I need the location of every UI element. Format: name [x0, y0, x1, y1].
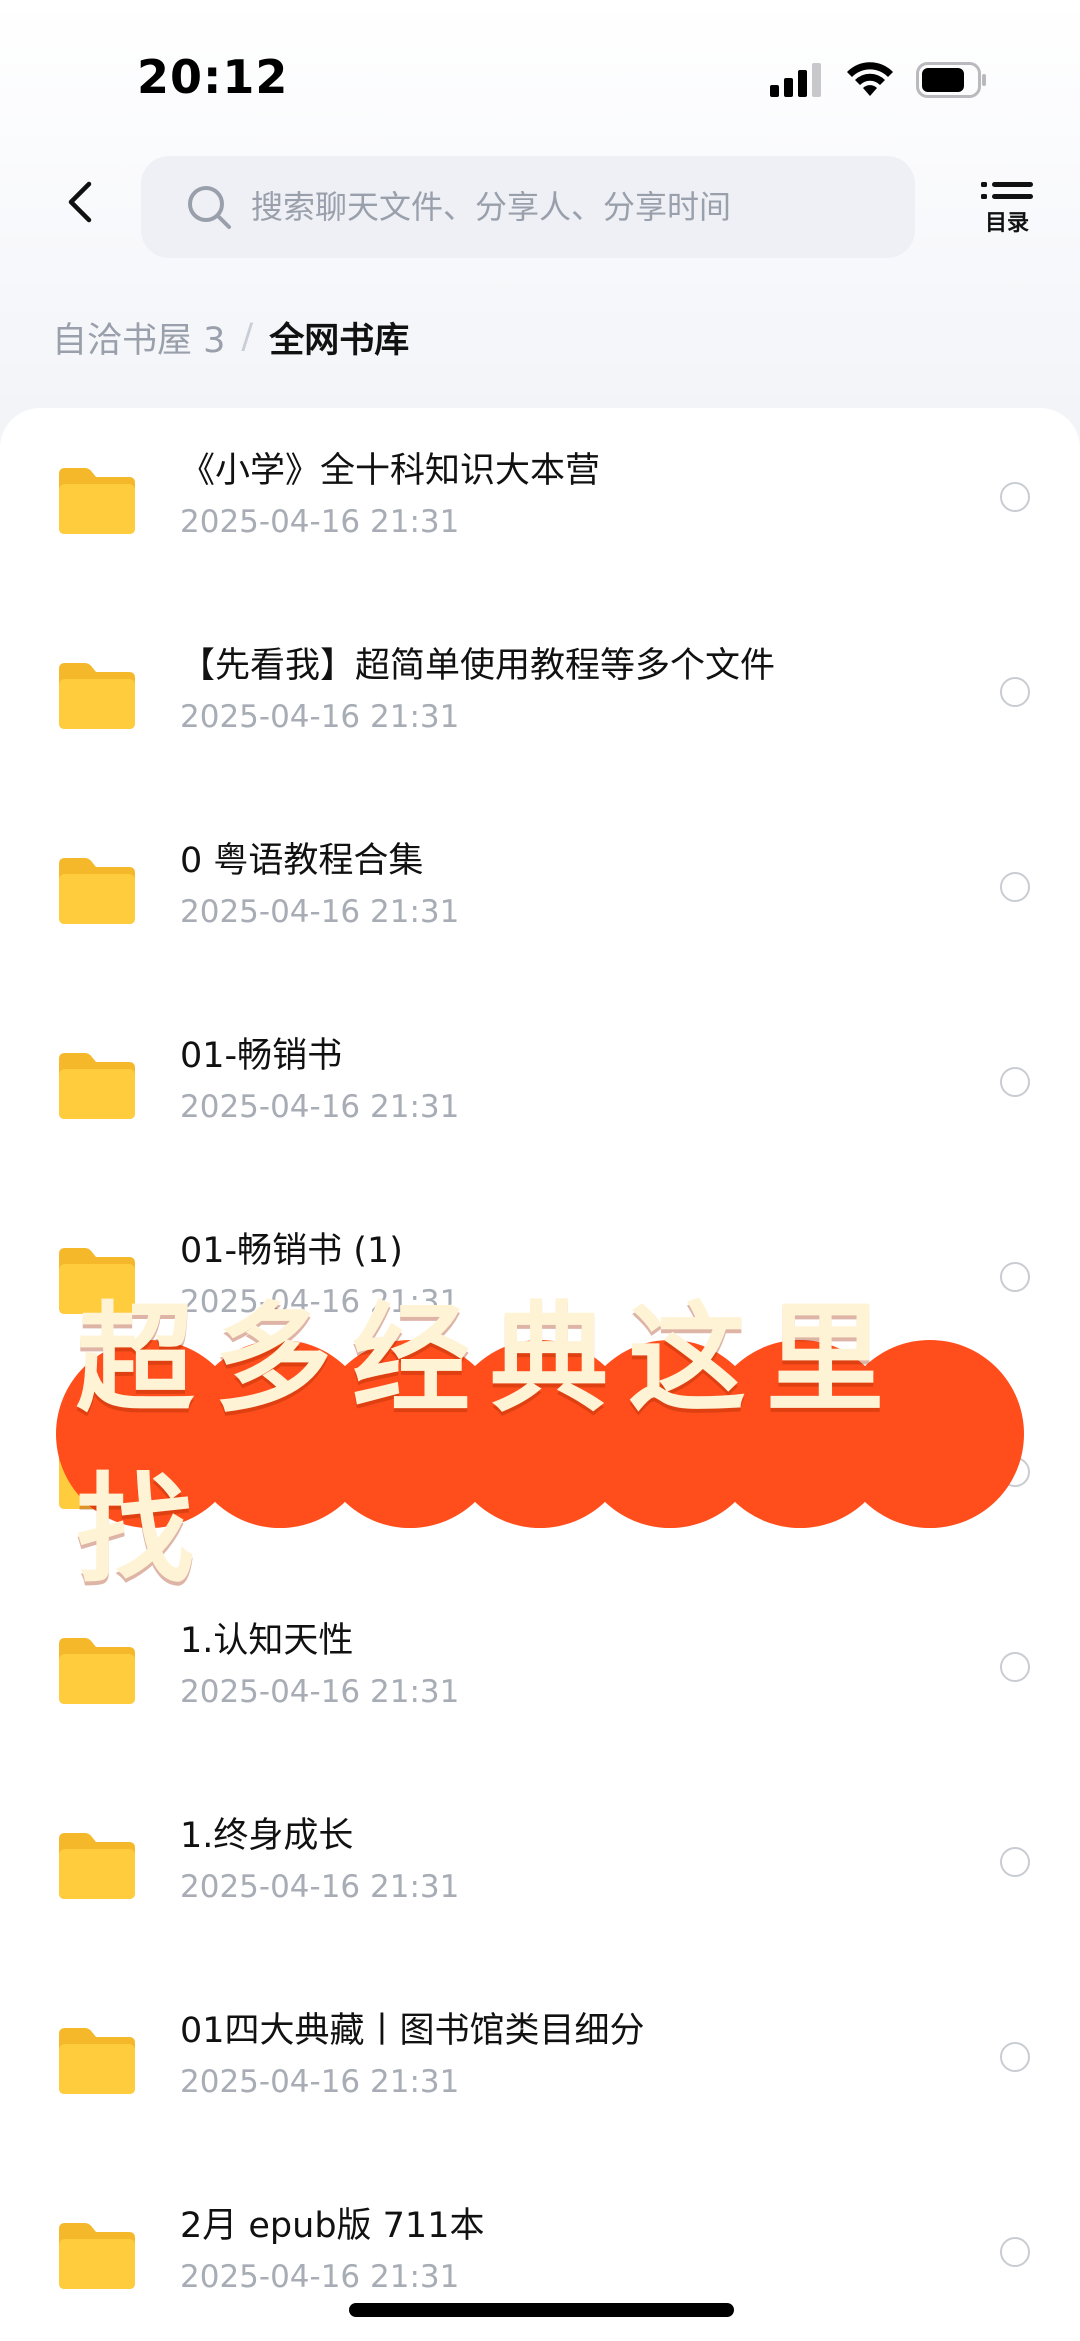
- folder-icon: [59, 1053, 135, 1119]
- file-name: 【先看我】超简单使用教程等多个文件: [180, 646, 776, 686]
- file-date: 2025-04-16 21:31: [180, 894, 460, 930]
- select-radio[interactable]: [1000, 1067, 1030, 1097]
- wifi-icon: [847, 62, 893, 96]
- status-bar: 20:12: [0, 0, 1080, 150]
- file-name: 1.认知天性: [180, 1621, 354, 1661]
- file-name: 1.终身成长: [180, 1816, 354, 1856]
- select-radio[interactable]: [1000, 677, 1030, 707]
- file-name: 01四大典藏丨图书馆类目细分: [180, 2011, 645, 2051]
- status-time: 20:12: [137, 50, 289, 104]
- search-icon: [188, 186, 231, 229]
- select-radio[interactable]: [1000, 1652, 1030, 1682]
- file-date: 2025-04-16 21:31: [180, 1869, 460, 1905]
- select-radio[interactable]: [1000, 482, 1030, 512]
- back-button[interactable]: [50, 172, 110, 232]
- list-icon: [981, 182, 1033, 199]
- folder-icon: [59, 468, 135, 534]
- list-item[interactable]: 【先看我】超简单使用教程等多个文件 2025-04-16 21:31: [0, 617, 1080, 812]
- status-icons: [770, 60, 988, 100]
- chevron-left-icon: [68, 181, 92, 223]
- file-date: 2025-04-16 21:31: [180, 1089, 460, 1125]
- file-date: 2025-04-16 21:31: [180, 2259, 460, 2295]
- file-date: 2025-04-16 21:31: [180, 504, 460, 540]
- breadcrumb-separator: /: [241, 317, 254, 357]
- screen: 20:12 搜索聊天文件、分享人、分享时间 目录 自洽书屋 3 / 全网书库 《…: [0, 0, 1080, 2341]
- select-radio[interactable]: [1000, 2042, 1030, 2072]
- battery-icon: [916, 62, 986, 98]
- promo-banner: 超多经典这里找: [56, 1289, 1024, 1599]
- file-date: 2025-04-16 21:31: [180, 2064, 460, 2100]
- catalog-button[interactable]: 目录: [978, 180, 1036, 250]
- list-item[interactable]: 01-畅销书 2025-04-16 21:31: [0, 1007, 1080, 1202]
- breadcrumb-current: 全网书库: [269, 320, 410, 361]
- breadcrumb: 自洽书屋 3 / 全网书库: [52, 312, 409, 362]
- promo-text: 超多经典这里找: [76, 1289, 905, 1599]
- file-name: 0 粤语教程合集: [180, 841, 424, 881]
- file-name: 《小学》全十科知识大本营: [180, 451, 601, 491]
- search-box[interactable]: [141, 156, 915, 258]
- catalog-label: 目录: [984, 211, 1029, 236]
- folder-icon: [59, 1833, 135, 1899]
- list-item[interactable]: 01四大典藏丨图书馆类目细分 2025-04-16 21:31: [0, 1982, 1080, 2177]
- file-date: 2025-04-16 21:31: [180, 699, 460, 735]
- folder-icon: [59, 858, 135, 924]
- select-radio[interactable]: [1000, 1847, 1030, 1877]
- list-item[interactable]: 0 粤语教程合集 2025-04-16 21:31: [0, 812, 1080, 1007]
- select-radio[interactable]: [1000, 872, 1030, 902]
- list-item[interactable]: 《小学》全十科知识大本营 2025-04-16 21:31: [0, 422, 1080, 617]
- folder-icon: [59, 2028, 135, 2094]
- select-radio[interactable]: [1000, 2237, 1030, 2267]
- file-date: 2025-04-16 21:31: [180, 1674, 460, 1710]
- cellular-signal-icon: [770, 63, 821, 97]
- list-item[interactable]: 1.终身成长 2025-04-16 21:31: [0, 1787, 1080, 1982]
- top-nav: 目录: [0, 150, 1080, 270]
- list-item[interactable]: 1.认知天性 2025-04-16 21:31: [0, 1592, 1080, 1787]
- folder-icon: [59, 663, 135, 729]
- folder-icon: [59, 2223, 135, 2289]
- home-indicator[interactable]: [349, 2303, 734, 2317]
- file-name: 2月 epub版 711本: [180, 2206, 485, 2246]
- breadcrumb-parent[interactable]: 自洽书屋 3: [52, 312, 225, 363]
- search-input[interactable]: [249, 187, 873, 227]
- file-name: 01-畅销书: [180, 1036, 343, 1076]
- folder-icon: [59, 1638, 135, 1704]
